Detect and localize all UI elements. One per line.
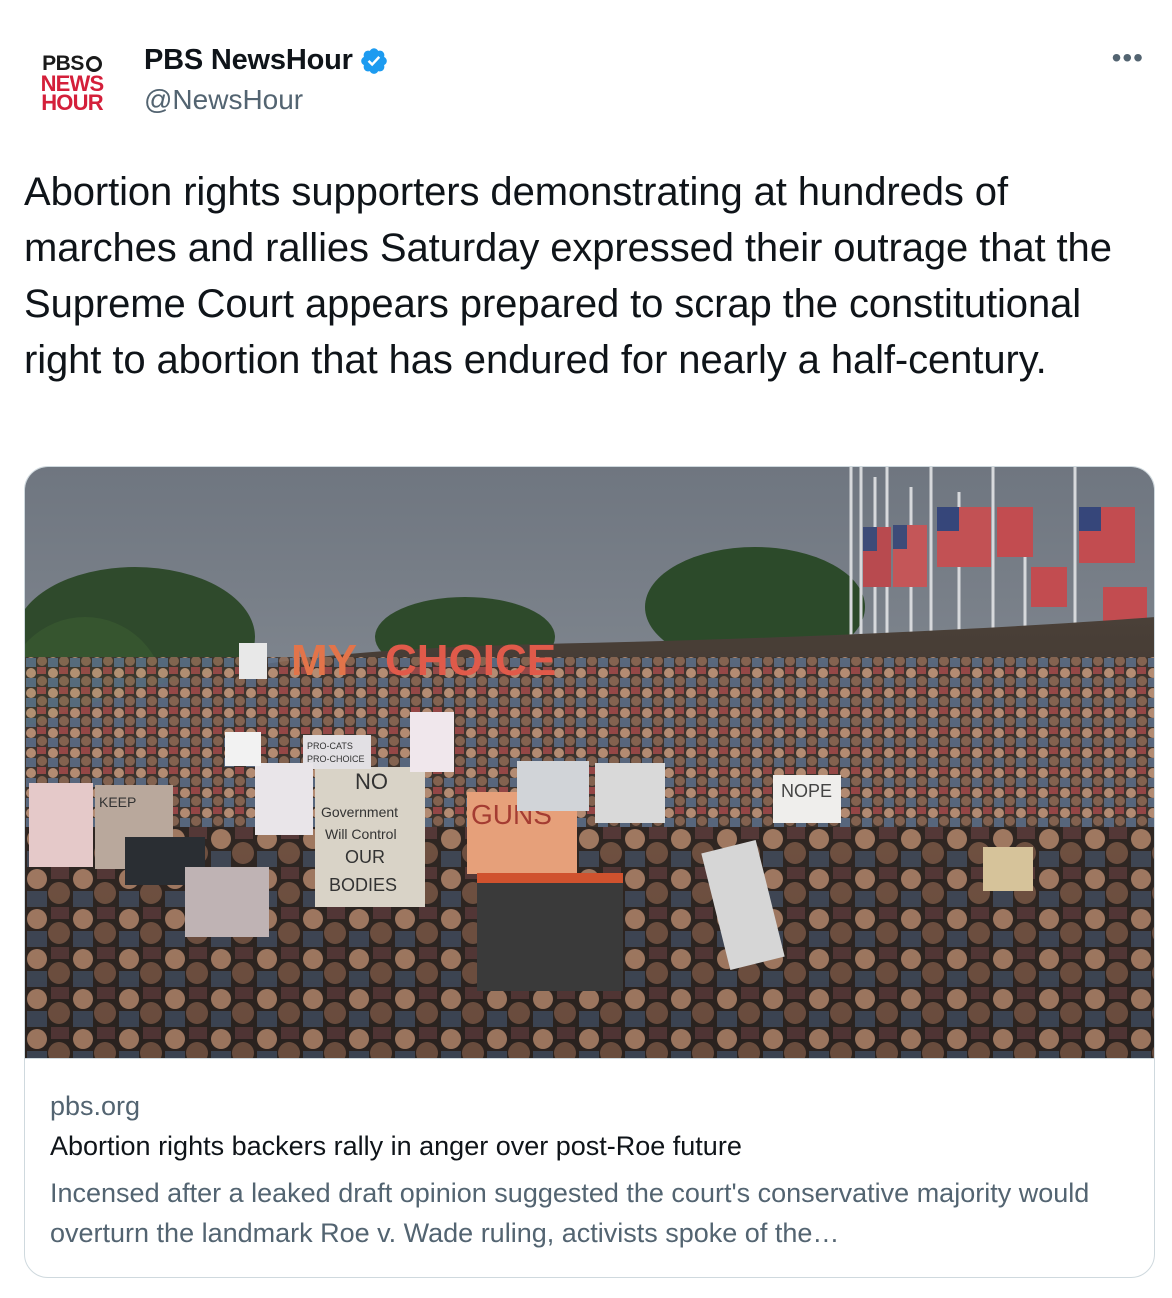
svg-text:BODIES: BODIES bbox=[329, 875, 397, 895]
svg-text:CHOICE: CHOICE bbox=[385, 636, 556, 685]
author-display-name[interactable]: PBS NewsHour bbox=[144, 44, 353, 77]
card-domain: pbs.org bbox=[50, 1091, 141, 1121]
card-image[interactable]: MY CHOICE NO Government Will Control OUR… bbox=[25, 467, 1154, 1059]
svg-text:NO: NO bbox=[355, 769, 388, 794]
svg-text:NOPE: NOPE bbox=[781, 781, 832, 801]
verified-badge-icon bbox=[360, 47, 387, 74]
author-name-row[interactable]: PBS NewsHour bbox=[144, 44, 389, 77]
svg-text:KEEP: KEEP bbox=[99, 794, 136, 810]
tweet: PBS NEWS HOUR PBS NewsHour @NewsHour •••… bbox=[0, 0, 1172, 1298]
author-handle[interactable]: @NewsHour bbox=[144, 84, 303, 116]
link-card[interactable]: MY CHOICE NO Government Will Control OUR… bbox=[24, 466, 1155, 1278]
svg-text:OUR: OUR bbox=[345, 847, 385, 867]
more-options-icon[interactable]: ••• bbox=[1112, 44, 1144, 72]
svg-text:Will Control: Will Control bbox=[325, 826, 397, 842]
tweet-text: Abortion rights supporters demonstrating… bbox=[24, 170, 1112, 382]
avatar-logo-hour: HOUR bbox=[41, 90, 103, 116]
avatar[interactable]: PBS NEWS HOUR bbox=[24, 36, 120, 132]
protest-photo: MY CHOICE NO Government Will Control OUR… bbox=[25, 467, 1154, 1058]
svg-text:PRO-CHOICE: PRO-CHOICE bbox=[307, 754, 365, 764]
svg-text:MY: MY bbox=[291, 636, 357, 685]
card-title: Abortion rights backers rally in anger o… bbox=[50, 1131, 742, 1161]
svg-text:Government: Government bbox=[321, 804, 398, 820]
svg-text:PRO-CATS: PRO-CATS bbox=[307, 741, 353, 751]
card-description: Incensed after a leaked draft opinion su… bbox=[50, 1178, 1090, 1248]
